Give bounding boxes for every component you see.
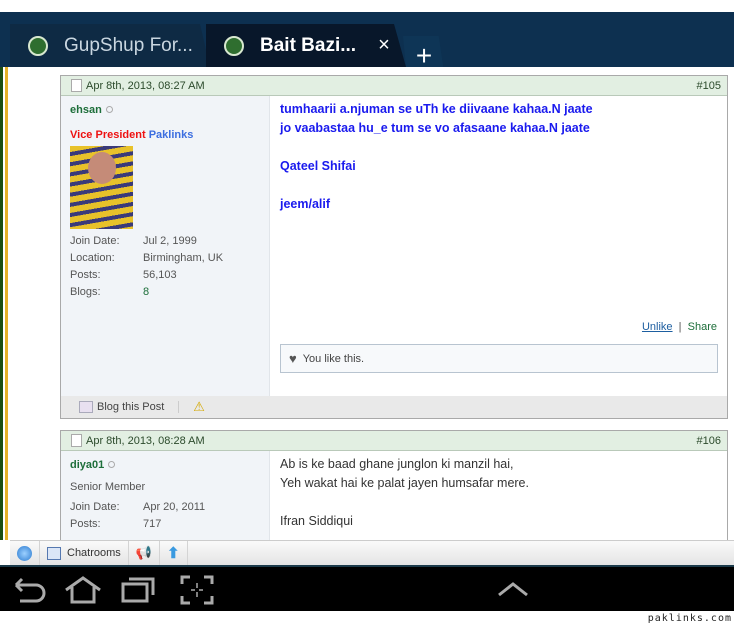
- screenshot-icon[interactable]: [180, 575, 214, 605]
- offline-status-icon: [108, 461, 116, 468]
- post-106: Apr 8th, 2013, 08:28 AM #106 diya01 Senio…: [60, 430, 728, 540]
- post-date: Apr 8th, 2013, 08:27 AM: [86, 79, 205, 92]
- page-content: Apr 8th, 2013, 08:27 AM #105 ehsan Vice P…: [0, 67, 734, 540]
- share-link[interactable]: Share: [688, 321, 717, 333]
- browser-tab-bar: GupShup For... Bait Bazi... × +: [0, 12, 734, 79]
- tab-title: Bait Bazi...: [260, 34, 357, 56]
- heart-icon: ♥: [289, 351, 297, 366]
- post-header: Apr 8th, 2013, 08:28 AM #106: [61, 431, 727, 451]
- user-stats: Join Date: Jul 2, 1999 Location: Birmingha…: [70, 235, 260, 298]
- blog-icon: [79, 401, 93, 413]
- post-date: Apr 8th, 2013, 08:28 AM: [86, 434, 205, 447]
- report-warning-icon[interactable]: ⚠: [193, 399, 205, 415]
- back-icon[interactable]: [10, 575, 46, 605]
- post-message: Ab is ke baad ghane junglon ki manzil ha…: [280, 457, 529, 528]
- document-icon: [71, 434, 82, 447]
- post-number-link[interactable]: #105: [697, 80, 721, 92]
- globe-button[interactable]: [10, 540, 40, 566]
- user-info-column: ehsan Vice President Paklinks Join Date:…: [61, 96, 270, 397]
- unlike-link[interactable]: Unlike: [642, 321, 673, 333]
- post-number-link[interactable]: #106: [697, 435, 721, 447]
- like-summary: ♥ You like this.: [280, 344, 718, 373]
- chatrooms-icon: [47, 546, 61, 560]
- tab-title: GupShup For...: [64, 34, 193, 56]
- post-105: Apr 8th, 2013, 08:27 AM #105 ehsan Vice P…: [60, 75, 728, 419]
- up-arrow-icon: ⬆: [166, 545, 180, 562]
- tab-gupshup[interactable]: GupShup For...: [10, 24, 210, 67]
- blogs-count-link[interactable]: 8: [143, 286, 260, 298]
- watermark-credit: paklinks.com: [647, 613, 732, 624]
- username[interactable]: ehsan: [70, 104, 260, 116]
- close-tab-icon[interactable]: ×: [378, 34, 390, 57]
- user-info-column: diya01 Senior Member Join Date: Apr 20, 2…: [61, 451, 270, 540]
- announcements-button[interactable]: 📢: [129, 540, 160, 566]
- bottom-toolbar: Chatrooms 📢 ⬆: [10, 540, 734, 566]
- home-icon[interactable]: [63, 575, 103, 605]
- avatar[interactable]: [70, 146, 133, 229]
- globe-icon: [17, 545, 32, 561]
- megaphone-icon: 📢: [135, 545, 152, 560]
- scroll-top-button[interactable]: ⬆: [160, 540, 188, 566]
- site-favicon-icon: [28, 35, 48, 56]
- offline-status-icon: [105, 106, 113, 113]
- username[interactable]: diya01: [70, 459, 260, 471]
- post-footer: Blog this Post ⚠: [61, 396, 727, 418]
- tab-bait-bazi-active[interactable]: Bait Bazi... ×: [206, 24, 406, 67]
- chevron-up-icon[interactable]: [497, 581, 529, 597]
- site-favicon-icon: [224, 35, 244, 56]
- recent-apps-icon[interactable]: [120, 575, 156, 605]
- chatrooms-button[interactable]: Chatrooms: [40, 540, 129, 566]
- left-border-decoration: [0, 67, 10, 540]
- android-nav-bar: [0, 565, 734, 611]
- user-rank: Vice President Paklinks: [70, 129, 194, 141]
- user-stats: Join Date: Apr 20, 2011 Posts: 717: [70, 501, 206, 530]
- user-rank: Senior Member: [70, 481, 146, 493]
- post-header: Apr 8th, 2013, 08:27 AM #105: [61, 76, 727, 96]
- post-message: tumhaarii a.njuman se uTh ke diivaane ka…: [280, 102, 593, 211]
- document-icon: [71, 79, 82, 92]
- blog-this-post-link[interactable]: Blog this Post: [97, 401, 164, 413]
